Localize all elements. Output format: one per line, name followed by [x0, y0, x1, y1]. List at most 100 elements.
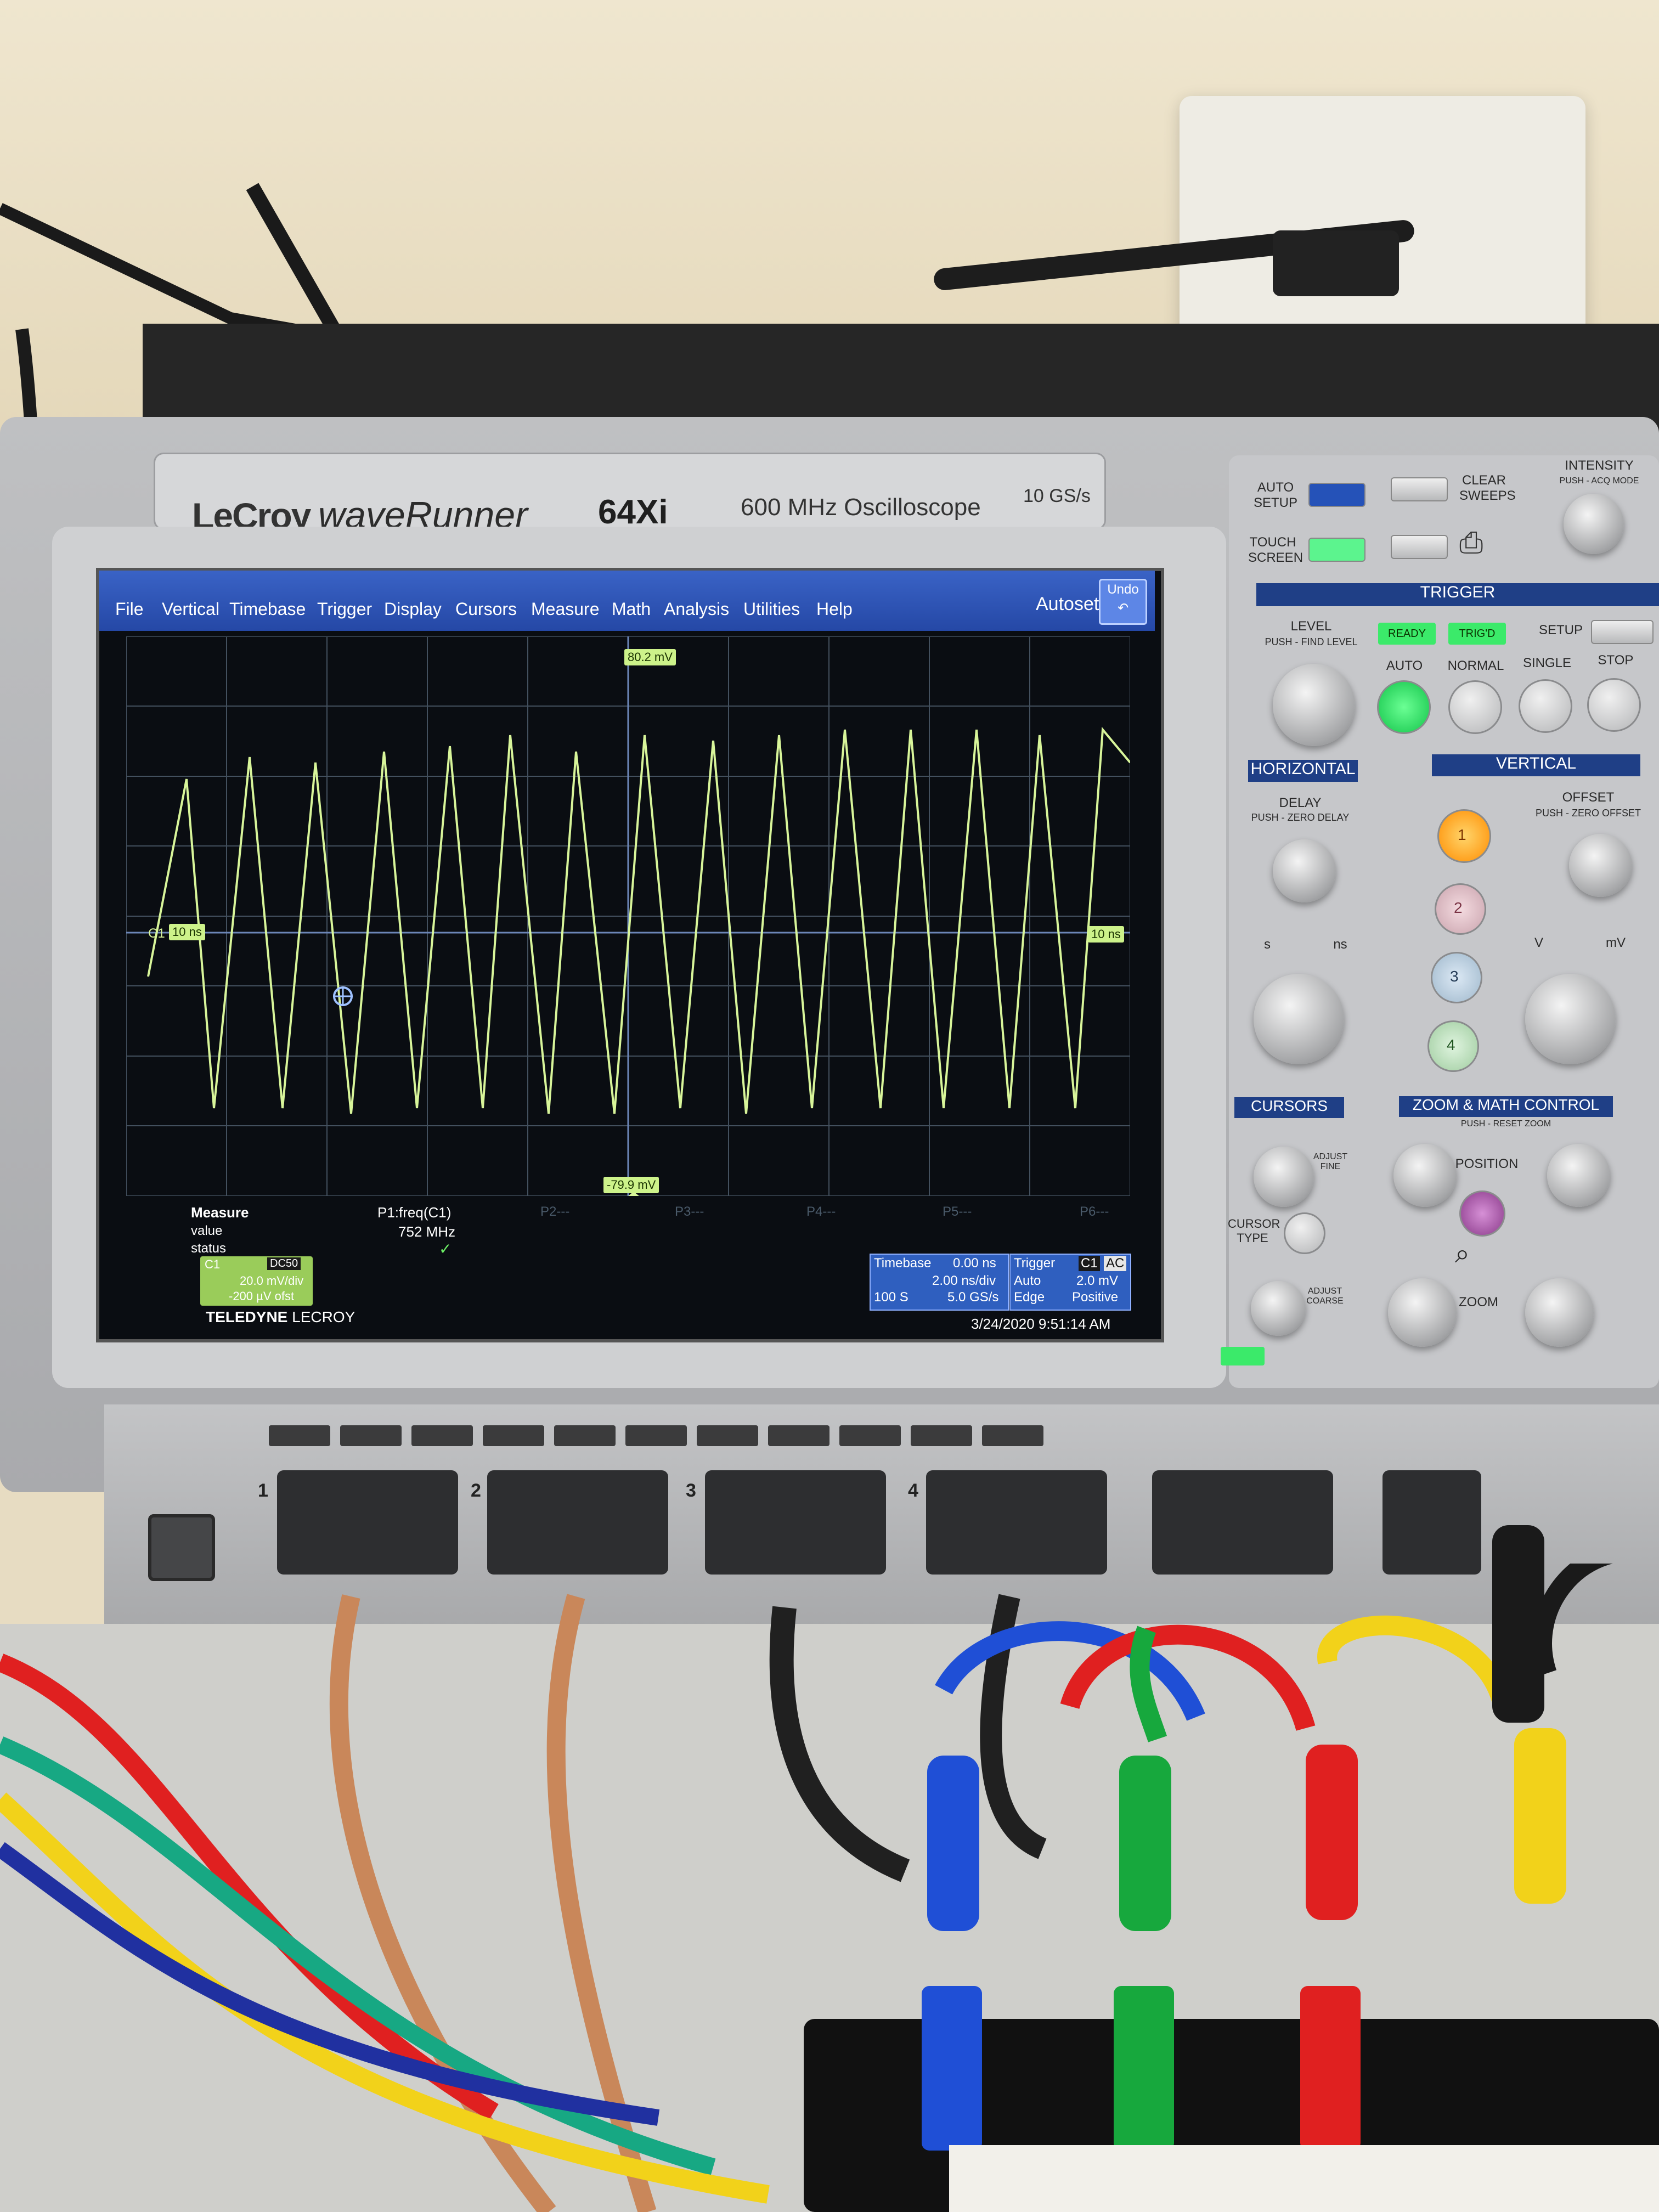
menu-display[interactable]: Display — [384, 599, 442, 619]
trigger-descriptor[interactable]: Trigger C1 AC Auto 2.0 mV Edge Positive — [1009, 1254, 1131, 1311]
menu-timebase[interactable]: Timebase — [229, 599, 306, 619]
clear-sweeps-label: CLEAR SWEEPS — [1459, 473, 1516, 503]
measure-title[interactable]: Measure — [191, 1204, 249, 1221]
channel-3-button-label: 3 — [1450, 968, 1459, 985]
intensity-sub-label: PUSH - ACQ MODE — [1559, 476, 1639, 486]
input-4-connector[interactable] — [926, 1470, 1107, 1575]
zoom-position-v-knob[interactable] — [1547, 1144, 1610, 1207]
measure-p1-name[interactable]: P1:freq(C1) — [377, 1204, 451, 1221]
timebase-sample-rate: 5.0 GS/s — [947, 1290, 999, 1305]
channel-marker: C1 — [148, 926, 165, 941]
aux-connector[interactable] — [1152, 1470, 1333, 1575]
input-3-connector[interactable] — [705, 1470, 886, 1575]
cursor-type-button[interactable] — [1284, 1212, 1325, 1254]
waveform-grid[interactable] — [126, 636, 1130, 1196]
clear-sweeps-button[interactable] — [1391, 477, 1448, 501]
green-binding-post[interactable] — [1114, 1986, 1174, 2151]
zoom-position-h-knob[interactable] — [1393, 1144, 1457, 1207]
measure-slot-p4[interactable]: P4--- — [806, 1204, 836, 1220]
input-3-label: 3 — [686, 1480, 696, 1501]
zoom-v-knob[interactable] — [1525, 1278, 1594, 1347]
touch-screen-button[interactable] — [1308, 538, 1365, 562]
yellow-banana-plug[interactable] — [1514, 1728, 1566, 1904]
vent-slot — [982, 1425, 1043, 1446]
measure-slot-p5[interactable]: P5--- — [943, 1204, 972, 1220]
stop-mode-button[interactable] — [1587, 678, 1641, 732]
measure-slot-p6[interactable]: P6--- — [1080, 1204, 1109, 1220]
menu-utilities[interactable]: Utilities — [743, 599, 800, 619]
timebase-scale: 2.00 ns/div — [932, 1273, 996, 1288]
input-1-connector[interactable] — [277, 1470, 458, 1575]
zoom-label: ZOOM — [1459, 1295, 1498, 1310]
channel-4-button[interactable]: 4 — [1427, 1020, 1479, 1072]
vent-slot — [625, 1425, 687, 1446]
channel-2-button[interactable]: 2 — [1435, 883, 1486, 935]
vertical-offset-knob[interactable] — [1569, 834, 1632, 897]
menu-measure[interactable]: Measure — [531, 599, 600, 619]
status-lamp — [1221, 1347, 1265, 1365]
auto-setup-button[interactable] — [1308, 483, 1365, 507]
menu-help[interactable]: Help — [816, 599, 853, 619]
timebase-knob[interactable] — [1254, 974, 1344, 1064]
magnifier-icon: ⌕ — [1455, 1239, 1470, 1268]
measure-slot-p2[interactable]: P2--- — [540, 1204, 569, 1220]
vent-slot — [483, 1425, 544, 1446]
top-level-marker: 80.2 mV — [624, 649, 676, 665]
menu-file[interactable]: File — [115, 599, 144, 619]
trigger-source-badge: C1 — [1079, 1256, 1100, 1271]
trigger-section-header: TRIGGER — [1256, 583, 1659, 606]
menu-analysis[interactable]: Analysis — [664, 599, 729, 619]
green-banana-plug[interactable] — [1119, 1756, 1171, 1931]
single-mode-button[interactable] — [1519, 679, 1572, 733]
delay-label: DELAY — [1279, 795, 1322, 810]
setup-label: SETUP — [1538, 623, 1583, 637]
zoom-h-knob[interactable] — [1388, 1278, 1457, 1347]
channel-1-descriptor[interactable]: C1 DC50 20.0 mV/div -200 µV ofst — [200, 1256, 313, 1306]
menu-cursors[interactable]: Cursors — [455, 599, 517, 619]
channel-3-button[interactable]: 3 — [1431, 952, 1482, 1003]
stop-mode-label: STOP — [1598, 653, 1634, 668]
normal-mode-button[interactable] — [1448, 680, 1502, 734]
vertical-section-header: VERTICAL — [1432, 754, 1640, 776]
channel-4-button-label: 4 — [1447, 1036, 1455, 1053]
blue-binding-post[interactable] — [922, 1986, 982, 2151]
level-label: LEVEL — [1290, 619, 1332, 634]
channel-name: C1 — [205, 1257, 221, 1271]
black-banana-plug[interactable] — [1492, 1525, 1544, 1723]
sample-rate-label: 10 GS/s — [1023, 486, 1091, 506]
cursor-adjust-coarse-knob[interactable] — [1251, 1281, 1306, 1336]
horizontal-delay-knob[interactable] — [1273, 839, 1336, 902]
usb-port[interactable] — [1383, 1470, 1481, 1575]
menu-trigger[interactable]: Trigger — [317, 599, 372, 619]
zoom-math-button[interactable] — [1459, 1190, 1505, 1237]
red-binding-post[interactable] — [1300, 1986, 1361, 2151]
auto-mode-button[interactable] — [1377, 680, 1431, 734]
timebase-descriptor[interactable]: Timebase 0.00 ns 2.00 ns/div 100 S 5.0 G… — [870, 1254, 1009, 1311]
menu-math[interactable]: Math — [612, 599, 651, 619]
intensity-knob[interactable] — [1564, 494, 1624, 554]
channel-offset-tag: 10 ns — [169, 924, 205, 940]
channel-2-button-label: 2 — [1454, 899, 1463, 916]
intensity-label: INTENSITY — [1565, 458, 1634, 473]
cursor-adjust-fine-knob[interactable] — [1254, 1147, 1314, 1207]
red-banana-plug[interactable] — [1306, 1745, 1358, 1920]
print-button[interactable] — [1391, 535, 1448, 559]
channel-1-button[interactable]: 1 — [1437, 809, 1491, 863]
trigger-level-knob[interactable] — [1273, 664, 1355, 746]
vent-slot — [839, 1425, 901, 1446]
input-2-connector[interactable] — [487, 1470, 668, 1575]
volts-per-div-knob[interactable] — [1525, 974, 1616, 1064]
autoset-label: Autoset: — [1036, 594, 1104, 614]
trigger-slope: Positive — [1072, 1290, 1119, 1305]
vent-slot — [697, 1425, 758, 1446]
trigger-setup-button[interactable] — [1591, 620, 1654, 644]
ready-lamp: READY — [1378, 623, 1436, 645]
measure-slot-p3[interactable]: P3--- — [675, 1204, 704, 1220]
menu-vertical[interactable]: Vertical — [162, 599, 219, 619]
zoom-section-header: ZOOM & MATH CONTROL — [1399, 1096, 1613, 1117]
undo-button[interactable]: Undo ↶ — [1099, 579, 1147, 625]
blue-banana-plug[interactable] — [927, 1756, 979, 1931]
volt-unit-v: V — [1534, 935, 1543, 950]
vent-slot — [768, 1425, 830, 1446]
timebase-delay: 0.00 ns — [953, 1256, 996, 1271]
